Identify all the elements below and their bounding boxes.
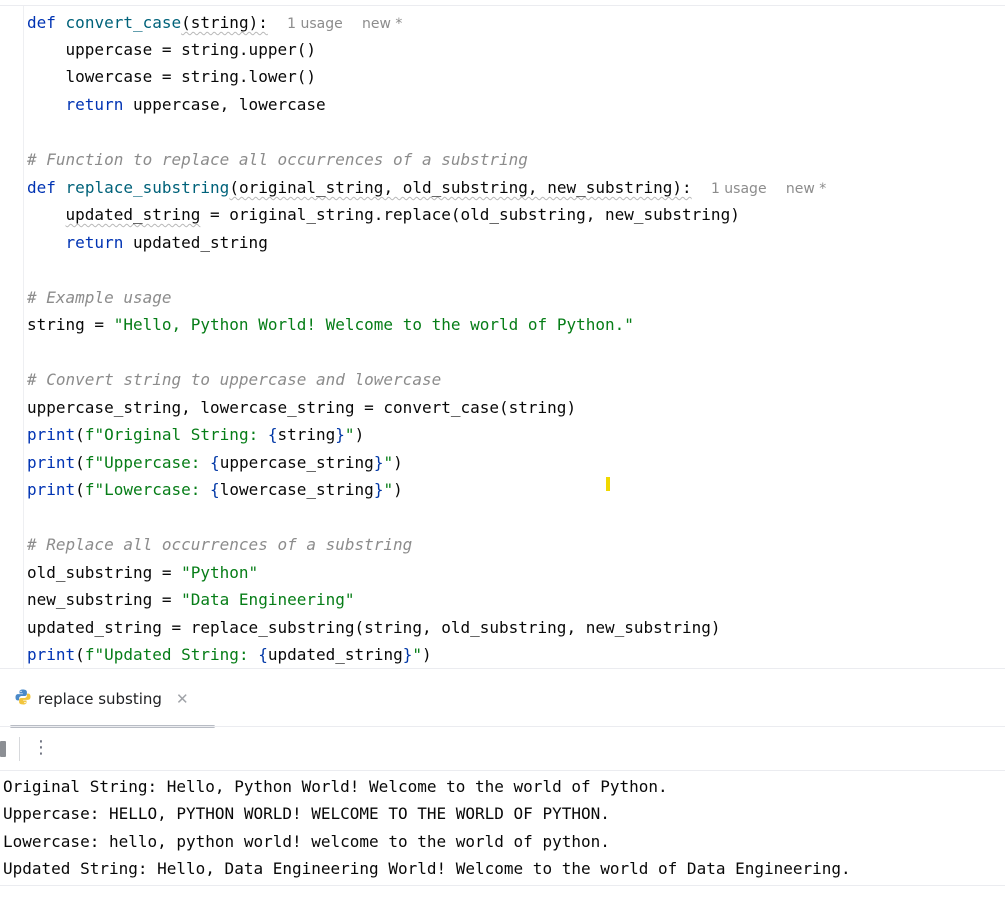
usage-hint[interactable]: 1 usage bbox=[287, 16, 343, 32]
run-tab-bar: replace substing ✕ bbox=[0, 675, 1005, 728]
variable-updated-string: updated_string bbox=[65, 205, 201, 224]
assignment-target: new_substring = bbox=[27, 590, 182, 609]
paren-close: ) bbox=[393, 480, 403, 499]
fstring-variable: string bbox=[277, 425, 336, 444]
code-line-15[interactable]: uppercase_string, lowercase_string = con… bbox=[27, 394, 576, 421]
code-comment-line-20[interactable]: # Replace all occurrences of a substring bbox=[27, 531, 412, 558]
code-line-21[interactable]: old_substring = "Python" bbox=[27, 559, 258, 586]
fstring-brace: { bbox=[210, 453, 220, 472]
fstring-text: f"Uppercase: bbox=[84, 453, 211, 472]
keyword-def: def bbox=[27, 178, 56, 197]
run-tab-label: replace substing bbox=[38, 690, 162, 708]
assignment-target: string = bbox=[27, 315, 114, 334]
paren-close: ) bbox=[393, 453, 403, 472]
editor-gutter-divider bbox=[23, 6, 24, 668]
function-params: (original_string, old_substring, new_sub… bbox=[229, 178, 692, 197]
keyword-return: return bbox=[65, 95, 124, 114]
fstring-text: f"Lowercase: bbox=[84, 480, 211, 499]
code-line-16[interactable]: print(f"Original String: {string}") bbox=[27, 421, 364, 448]
code-line-7[interactable]: def replace_substring(original_string, o… bbox=[27, 174, 826, 201]
paren-open: ( bbox=[75, 480, 85, 499]
code-line-8[interactable]: updated_string = original_string.replace… bbox=[27, 201, 740, 228]
code-comment-line-14[interactable]: # Convert string to uppercase and lowerc… bbox=[27, 366, 441, 393]
builtin-print: print bbox=[27, 425, 76, 444]
return-values: updated_string bbox=[123, 233, 268, 252]
new-hint[interactable]: new * bbox=[362, 16, 402, 32]
fstring-brace: } bbox=[335, 425, 345, 444]
code-comment-line-6[interactable]: # Function to replace all occurrences of… bbox=[27, 146, 528, 173]
fstring-text: f"Original String: bbox=[84, 425, 268, 444]
function-name-convert-case[interactable]: convert_case bbox=[66, 13, 182, 32]
function-name-replace-substring[interactable]: replace_substring bbox=[66, 178, 230, 197]
builtin-print: print bbox=[27, 645, 76, 664]
return-values: uppercase, lowercase bbox=[123, 95, 326, 114]
fstring-quote: " bbox=[383, 453, 394, 472]
code-editor[interactable]: def convert_case(string): 1 usage new * … bbox=[0, 0, 1005, 668]
fstring-variable: updated_string bbox=[267, 645, 403, 664]
fstring-brace: } bbox=[373, 453, 384, 472]
run-toolbar: ⋮ bbox=[0, 728, 1005, 770]
code-line-23[interactable]: updated_string = replace_substring(strin… bbox=[27, 614, 721, 641]
console-line: Updated String: Hello, Data Engineering … bbox=[3, 859, 851, 878]
string-literal: "Hello, Python World! Welcome to the wor… bbox=[113, 315, 634, 334]
assignment-target: old_substring = bbox=[27, 563, 182, 582]
fstring-brace: } bbox=[402, 645, 413, 664]
fstring-brace: } bbox=[373, 480, 384, 499]
fstring-quote: " bbox=[344, 425, 355, 444]
code-line-3[interactable]: lowercase = string.lower() bbox=[27, 63, 316, 90]
console-line: Lowercase: hello, python world! welcome … bbox=[3, 832, 610, 851]
fstring-text: f"Updated String: bbox=[84, 645, 259, 664]
fstring-variable: lowercase_string bbox=[219, 480, 374, 499]
code-line-12[interactable]: string = "Hello, Python World! Welcome t… bbox=[27, 311, 634, 338]
toolbar-divider bbox=[0, 770, 1005, 771]
paren-close: ) bbox=[354, 425, 365, 444]
code-line-9[interactable]: return updated_string bbox=[27, 229, 268, 256]
paren-open: ( bbox=[75, 425, 85, 444]
usage-hint[interactable]: 1 usage bbox=[711, 181, 767, 197]
run-tool-window: replace substing ✕ ⋮ Original String: He… bbox=[0, 668, 1005, 897]
string-literal: "Data Engineering" bbox=[181, 590, 355, 609]
more-options-icon[interactable]: ⋮ bbox=[32, 736, 50, 760]
code-line-2[interactable]: uppercase = string.upper() bbox=[27, 36, 316, 63]
string-literal: "Python" bbox=[181, 563, 259, 582]
fstring-variable: uppercase_string bbox=[219, 453, 374, 472]
paren-open: ( bbox=[75, 453, 85, 472]
tab-bar-divider bbox=[0, 726, 1005, 727]
console-bottom-border bbox=[0, 885, 1005, 886]
builtin-print: print bbox=[27, 480, 76, 499]
function-params: (string): bbox=[181, 13, 268, 32]
keyword-return: return bbox=[65, 233, 124, 252]
toolbar-separator bbox=[19, 737, 20, 761]
fstring-brace: { bbox=[258, 645, 268, 664]
fstring-brace: { bbox=[210, 480, 220, 499]
paren-open: ( bbox=[75, 645, 85, 664]
fstring-quote: " bbox=[412, 645, 422, 664]
code-line-4[interactable]: return uppercase, lowercase bbox=[27, 91, 326, 118]
python-icon bbox=[14, 688, 32, 710]
keyword-def: def bbox=[27, 13, 56, 32]
code-line-18[interactable]: print(f"Lowercase: {lowercase_string}") bbox=[27, 476, 403, 503]
stop-icon[interactable] bbox=[0, 741, 6, 757]
run-tab-replace-substing[interactable]: replace substing ✕ bbox=[14, 684, 189, 714]
code-line-24[interactable]: print(f"Updated String: {updated_string}… bbox=[27, 641, 432, 668]
builtin-print: print bbox=[27, 453, 76, 472]
console-line: Original String: Hello, Python World! We… bbox=[3, 777, 668, 796]
paren-close: ) bbox=[421, 645, 432, 664]
code-line-1[interactable]: def convert_case(string): 1 usage new * bbox=[27, 9, 402, 36]
assignment-expression: = original_string.replace(old_substring,… bbox=[200, 205, 740, 224]
code-line-17[interactable]: print(f"Uppercase: {uppercase_string}") bbox=[27, 449, 403, 476]
code-line-22[interactable]: new_substring = "Data Engineering" bbox=[27, 586, 355, 613]
fstring-quote: " bbox=[383, 480, 394, 499]
editor-top-border bbox=[0, 5, 1005, 6]
close-icon[interactable]: ✕ bbox=[176, 690, 189, 708]
console-line: Uppercase: HELLO, PYTHON WORLD! WELCOME … bbox=[3, 804, 610, 823]
new-hint[interactable]: new * bbox=[786, 181, 826, 197]
code-comment-line-11[interactable]: # Example usage bbox=[27, 284, 172, 311]
text-caret bbox=[606, 477, 610, 491]
